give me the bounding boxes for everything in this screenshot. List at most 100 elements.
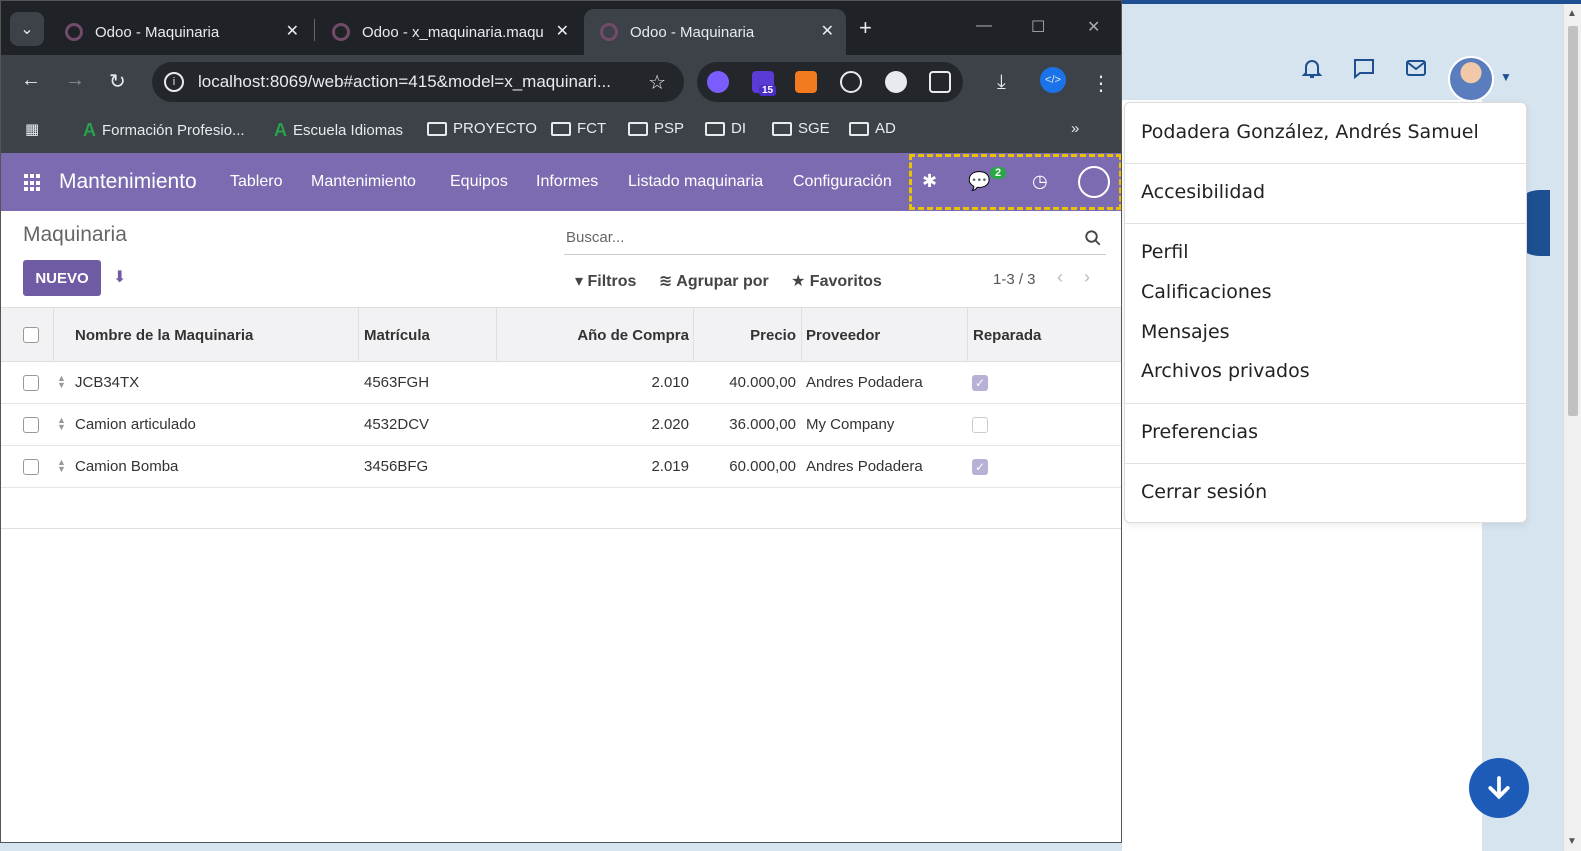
cell-price: 60.000,00	[729, 458, 796, 475]
reload-icon[interactable]: ↻	[109, 69, 126, 94]
download-icon[interactable]: ⬇	[113, 267, 126, 287]
minimize-icon[interactable]: —	[976, 17, 992, 35]
site-info-icon[interactable]: i	[164, 72, 184, 92]
header-price[interactable]: Precio	[701, 327, 796, 344]
bookmark-fp[interactable]: A Formación Profesio...	[83, 120, 245, 141]
bookmark-fct[interactable]: FCT	[551, 120, 606, 137]
forward-arrow-icon[interactable]: →	[65, 69, 85, 92]
column-separator	[801, 308, 802, 362]
gear-extension-icon[interactable]	[707, 71, 729, 93]
repaired-checkbox[interactable]: ✓	[972, 459, 988, 475]
menu-tablero[interactable]: Tablero	[230, 173, 282, 191]
scroll-down-button[interactable]	[1469, 758, 1529, 818]
row-checkbox[interactable]	[23, 375, 39, 391]
download-icon[interactable]: ⤓	[997, 71, 1006, 94]
messages-icon[interactable]: 💬	[968, 171, 990, 192]
menu-informes[interactable]: Informes	[536, 173, 598, 191]
tab-search-button[interactable]: ⌄	[10, 12, 44, 46]
tab-2[interactable]: Odoo - x_maquinaria.maqu ✕	[316, 9, 581, 55]
smiley-avatar-icon[interactable]	[1078, 166, 1110, 198]
scroll-up-icon[interactable]: ▲	[1567, 8, 1577, 19]
menu-item-preferences[interactable]: Preferencias	[1141, 421, 1258, 443]
bookmark-idiomas[interactable]: A Escuela Idiomas	[274, 120, 403, 141]
menu-item-logout[interactable]: Cerrar sesión	[1141, 481, 1267, 503]
group-by-button[interactable]: ≋ Agrupar por	[659, 271, 769, 291]
close-icon[interactable]: ✕	[286, 21, 299, 41]
sync-extension-icon[interactable]	[795, 71, 817, 93]
chevron-left-icon[interactable]: ‹	[1057, 267, 1063, 288]
new-tab-icon[interactable]: +	[859, 15, 872, 41]
clock-icon[interactable]: ◷	[1032, 171, 1048, 192]
apps-grid-icon[interactable]: ▦	[25, 120, 39, 138]
menu-configuracion[interactable]: Configuración	[793, 173, 892, 191]
menu-item-messages[interactable]: Mensajes	[1141, 321, 1230, 343]
react-extension-icon[interactable]	[840, 71, 862, 93]
menu-listado-maquinaria[interactable]: Listado maquinaria	[628, 173, 763, 191]
puzzle-extensions-icon[interactable]	[929, 71, 951, 93]
mail-icon[interactable]	[1404, 56, 1428, 80]
cell-plate: 4563FGH	[364, 374, 430, 391]
systray: ✱ 💬 2 ◷	[909, 154, 1121, 210]
menu-item-profile[interactable]: Perfil	[1141, 241, 1189, 263]
row-checkbox[interactable]	[23, 417, 39, 433]
app-title[interactable]: Mantenimiento	[59, 170, 197, 194]
menu-item-accessibility[interactable]: Accesibilidad	[1141, 181, 1265, 203]
angular-extension-icon[interactable]	[885, 71, 907, 93]
menu-mantenimiento[interactable]: Mantenimiento	[311, 173, 416, 191]
devtools-extension-icon[interactable]: </>	[1040, 67, 1066, 93]
browser-toolbar: ← → ↻ i localhost:8069/web#action=415&mo…	[1, 55, 1121, 109]
new-button[interactable]: NUEVO	[23, 260, 101, 296]
menu-equipos[interactable]: Equipos	[450, 173, 508, 191]
kebab-menu-icon[interactable]: ⋮	[1091, 71, 1111, 96]
bookmark-star-icon[interactable]: ☆	[648, 70, 666, 95]
chevron-down-icon[interactable]: ▼	[1500, 70, 1512, 84]
select-all-checkbox[interactable]	[23, 327, 39, 343]
scrollbar-thumb[interactable]	[1568, 26, 1578, 416]
bookmark-di[interactable]: DI	[705, 120, 746, 137]
bell-icon[interactable]	[1300, 56, 1324, 80]
filters-button[interactable]: ▾ Filtros	[575, 271, 636, 291]
close-icon[interactable]: ✕	[821, 21, 834, 41]
header-supplier[interactable]: Proveedor	[806, 327, 880, 344]
search-icon[interactable]	[1084, 229, 1102, 247]
tab-1[interactable]: Odoo - Maquinaria ✕	[49, 9, 311, 55]
menu-item-grades[interactable]: Calificaciones	[1141, 281, 1272, 303]
bug-icon[interactable]: ✱	[922, 171, 937, 192]
row-checkbox[interactable]	[23, 459, 39, 475]
user-avatar[interactable]	[1448, 56, 1494, 102]
bookmark-psp[interactable]: PSP	[628, 120, 684, 137]
header-repaired[interactable]: Reparada	[973, 327, 1041, 344]
table-row[interactable]: ▲ ▼ JCB34TX 4563FGH 2.010 40.000,00 Andre…	[1, 362, 1121, 404]
drag-handle-icon[interactable]: ▲ ▼	[57, 416, 66, 432]
bookmark-ad[interactable]: AD	[849, 120, 896, 137]
chevron-right-icon[interactable]: ›	[1084, 267, 1090, 288]
divider	[1125, 223, 1526, 224]
repaired-checkbox[interactable]	[972, 417, 988, 433]
repaired-checkbox[interactable]: ✓	[972, 375, 988, 391]
header-year[interactable]: Año de Compra	[541, 327, 689, 344]
table-row[interactable]: ▲ ▼ Camion articulado 4532DCV 2.020 36.00…	[1, 404, 1121, 446]
window-close-icon[interactable]: ✕	[1087, 17, 1100, 37]
chat-icon[interactable]	[1352, 56, 1376, 80]
apps-menu-icon[interactable]	[24, 174, 42, 192]
bookmark-sge[interactable]: SGE	[772, 120, 830, 137]
more-bookmarks-icon[interactable]: »	[1071, 120, 1079, 137]
maximize-icon[interactable]: ☐	[1031, 17, 1045, 37]
tab-3-active[interactable]: Odoo - Maquinaria ✕	[584, 9, 846, 55]
drag-handle-icon[interactable]: ▲ ▼	[57, 374, 66, 390]
header-name[interactable]: Nombre de la Maquinaria	[75, 327, 253, 344]
address-bar[interactable]: i localhost:8069/web#action=415&model=x_…	[152, 62, 684, 102]
header-plate[interactable]: Matrícula	[364, 327, 430, 344]
back-arrow-icon[interactable]: ←	[21, 69, 41, 92]
table-row[interactable]: ▲ ▼ Camion Bomba 3456BFG 2.019 60.000,00 …	[1, 446, 1121, 488]
menu-item-private-files[interactable]: Archivos privados	[1141, 360, 1310, 382]
bookmark-proyecto[interactable]: PROYECTO	[427, 120, 537, 137]
page-scrollbar[interactable]: ▲ ▼	[1563, 4, 1581, 851]
pager-value[interactable]: 1-3 / 3	[993, 271, 1036, 288]
search-input[interactable]: Buscar...	[564, 221, 1106, 255]
scroll-down-icon[interactable]: ▼	[1567, 836, 1577, 847]
cell-plate: 3456BFG	[364, 458, 429, 475]
close-icon[interactable]: ✕	[556, 21, 569, 41]
drag-handle-icon[interactable]: ▲ ▼	[57, 458, 66, 474]
favorites-button[interactable]: ★ Favoritos	[791, 271, 882, 291]
